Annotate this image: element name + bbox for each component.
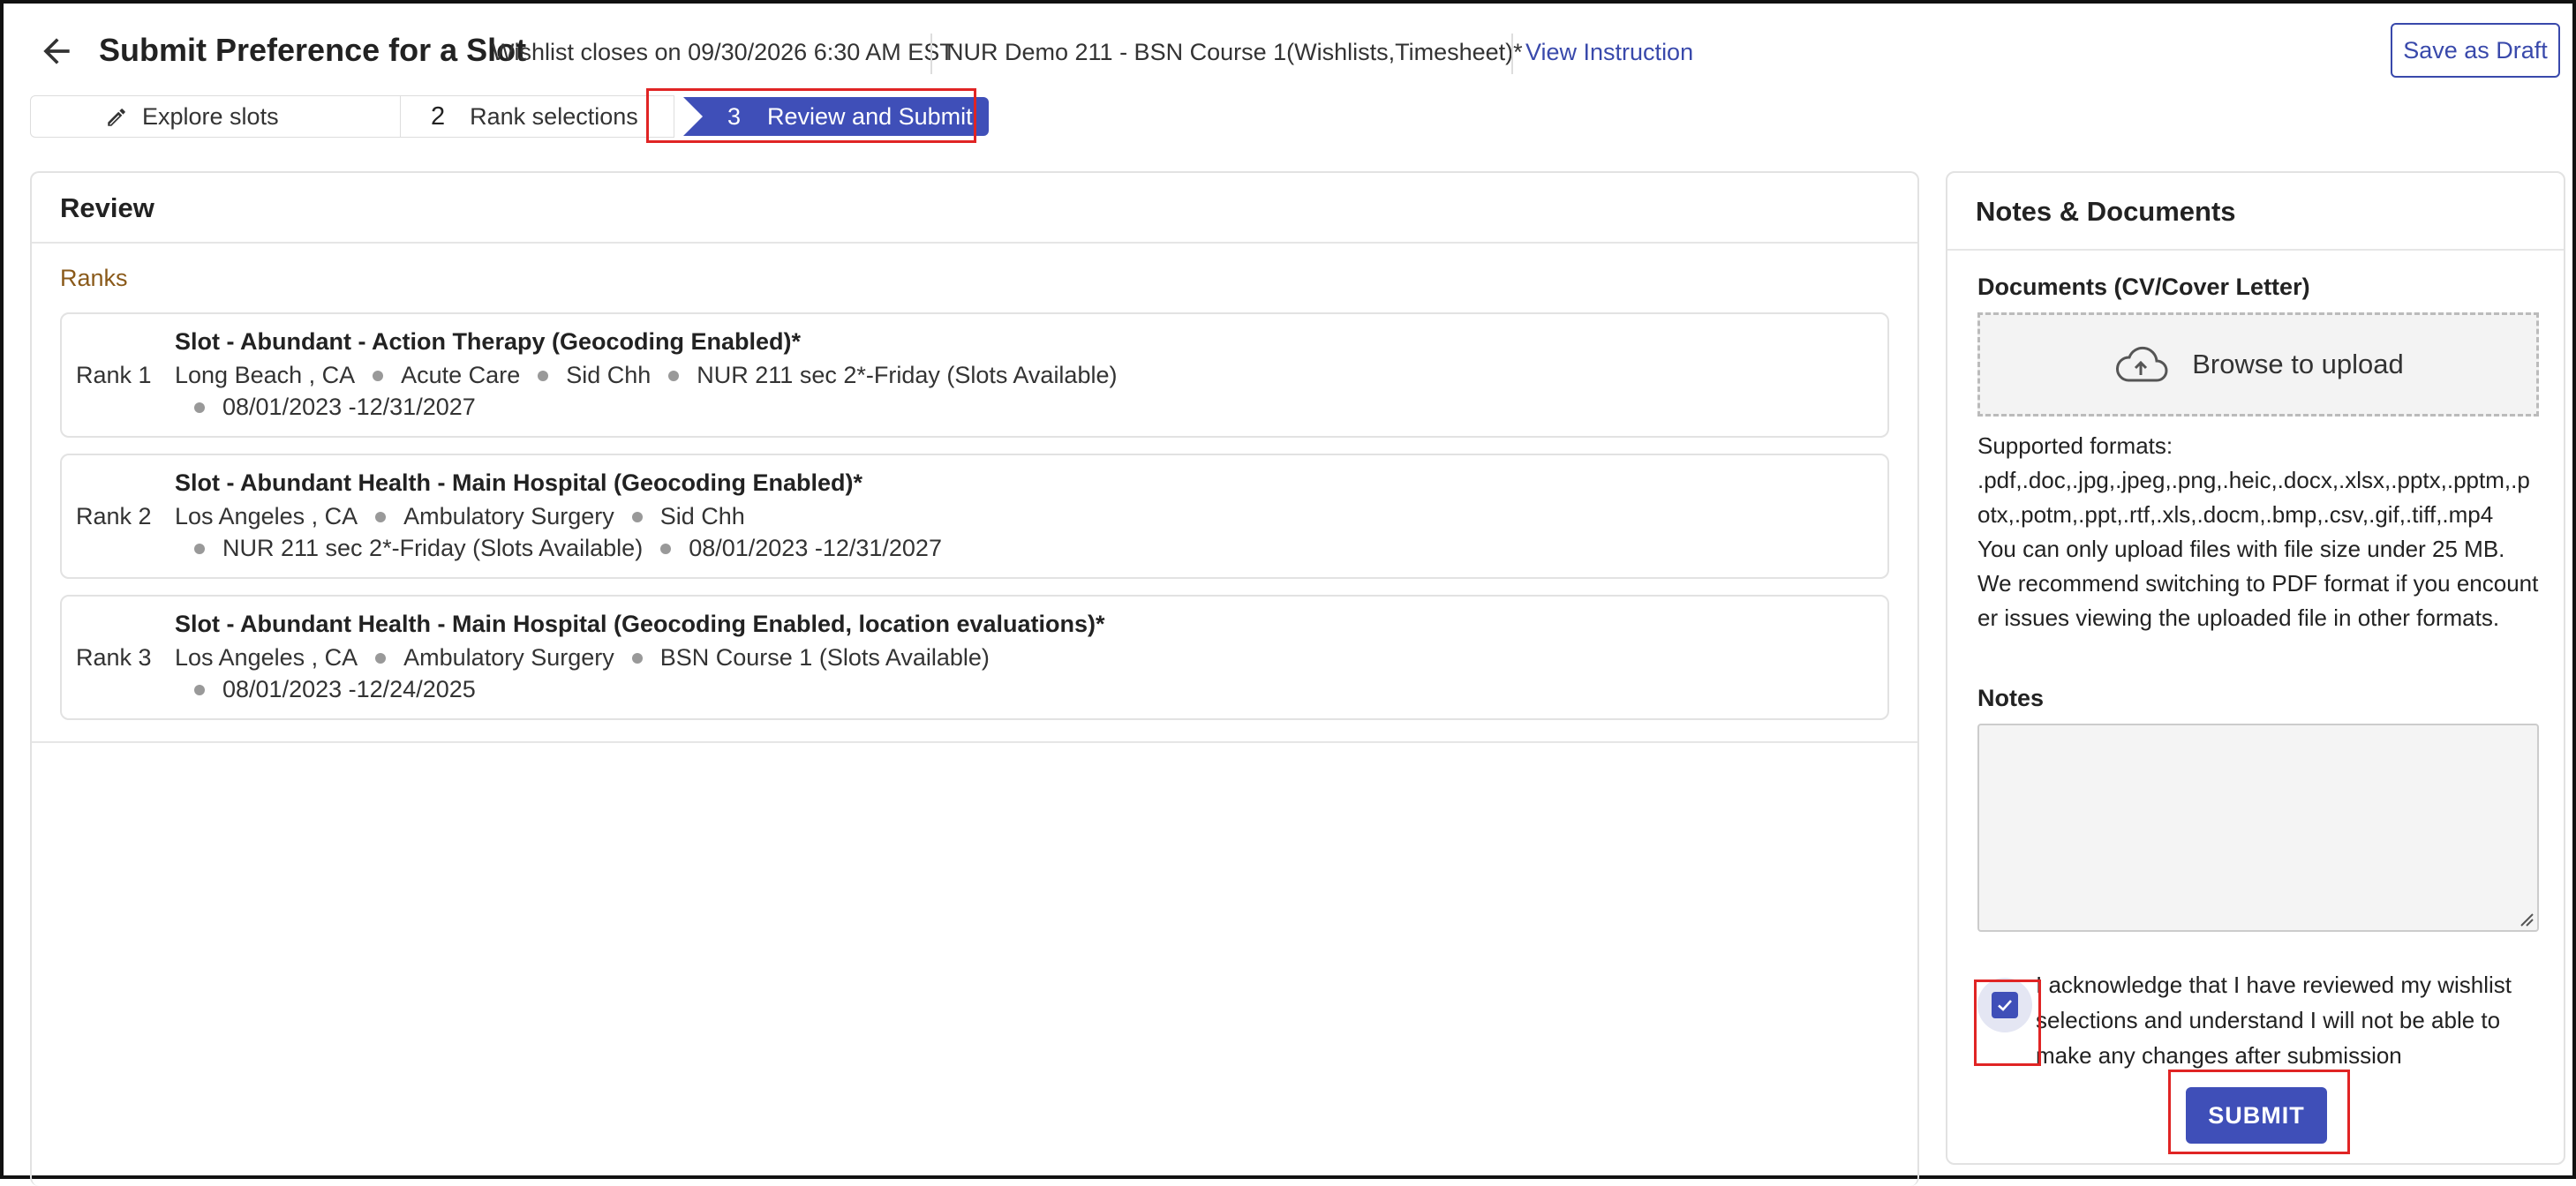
step-label: Explore slots <box>142 102 279 130</box>
resize-grip-icon[interactable] <box>2518 911 2534 927</box>
file-size-note: You can only upload files with file size… <box>1977 536 2505 562</box>
step-label: Rank selections <box>470 102 638 130</box>
pdf-recommendation-note: We recommend switching to PDF format if … <box>1977 570 2539 631</box>
notes-textarea[interactable] <box>1977 724 2539 932</box>
divider <box>32 741 1917 743</box>
header-divider <box>930 34 932 74</box>
slot-department: Ambulatory Surgery <box>403 503 614 529</box>
dot-separator <box>631 511 643 522</box>
review-panel: Review Ranks Rank 1 Slot - Abundant - Ac… <box>30 171 1919 1186</box>
slot-department: Acute Care <box>401 362 521 388</box>
slot-preceptor: Sid Chh <box>566 362 652 388</box>
step-explore-slots[interactable]: Explore slots <box>30 95 401 138</box>
upload-dropzone[interactable]: Browse to upload <box>1977 312 2539 417</box>
course-name: NUR Demo 211 - BSN Course 1(Wishlists,Ti… <box>946 39 1523 65</box>
slot-dates: 08/01/2023 -12/31/2027 <box>689 535 942 561</box>
review-title: Review <box>60 192 154 223</box>
slot-dates: 08/01/2023 -12/24/2025 <box>222 676 476 702</box>
step-review-and-submit[interactable]: 3 Review and Submit <box>683 97 989 136</box>
submit-button[interactable]: SUBMIT <box>2186 1087 2327 1144</box>
slot-title: Slot - Abundant - Action Therapy (Geocod… <box>175 328 801 355</box>
dot-separator <box>194 402 205 413</box>
slot-details: Los Angeles , CA Ambulatory Surgery BSN … <box>175 644 990 672</box>
rank-card: Rank 3 Slot - Abundant Health - Main Hos… <box>60 595 1889 720</box>
dot-separator <box>373 370 384 381</box>
rank-card: Rank 1 Slot - Abundant - Action Therapy … <box>60 312 1889 438</box>
notes-documents-title: Notes & Documents <box>1976 196 2236 227</box>
notes-documents-panel: Notes & Documents Documents (CV/Cover Le… <box>1946 171 2565 1165</box>
slot-title: Slot - Abundant Health - Main Hospital (… <box>175 469 862 496</box>
rank-number: Rank 3 <box>76 644 152 671</box>
notes-label: Notes <box>1977 685 2045 711</box>
slot-preceptor: Sid Chh <box>659 503 745 529</box>
cloud-upload-icon <box>2116 346 2168 382</box>
slot-details: 08/01/2023 -12/31/2027 <box>194 394 476 421</box>
slot-location: Los Angeles , CA <box>175 503 358 529</box>
divider <box>32 242 1917 244</box>
dot-separator <box>660 543 672 554</box>
step-number: 2 <box>431 101 446 131</box>
slot-department: Ambulatory Surgery <box>403 644 614 671</box>
dot-separator <box>631 652 643 664</box>
page-title: Submit Preference for a Slot <box>99 32 527 68</box>
pencil-icon <box>108 109 125 126</box>
slot-dates: 08/01/2023 -12/31/2027 <box>222 394 476 420</box>
step-number: 3 <box>727 102 742 130</box>
divider <box>1947 249 2564 251</box>
rank-number: Rank 2 <box>76 503 152 529</box>
dot-separator <box>194 543 205 554</box>
slot-details: NUR 211 sec 2*-Friday (Slots Available) … <box>194 535 942 562</box>
slot-course: NUR 211 sec 2*-Friday (Slots Available) <box>697 362 1118 388</box>
page-header: Submit Preference for a Slot Wishlist cl… <box>28 23 2560 85</box>
dot-separator <box>194 684 205 695</box>
slot-location: Long Beach , CA <box>175 362 356 388</box>
acknowledge-checkbox[interactable] <box>1977 978 2032 1032</box>
browse-to-upload-label: Browse to upload <box>2192 349 2404 379</box>
ranks-label: Ranks <box>60 265 128 291</box>
slot-details: Long Beach , CA Acute Care Sid Chh NUR 2… <box>175 362 1117 389</box>
slot-details: 08/01/2023 -12/24/2025 <box>194 676 476 703</box>
app-window: Submit Preference for a Slot Wishlist cl… <box>0 0 2576 1186</box>
checkbox-checked <box>1992 992 2018 1018</box>
dot-separator <box>668 370 680 381</box>
supported-formats-list: .pdf,.doc,.jpg,.jpeg,.png,.heic,.docx,.x… <box>1977 467 2530 528</box>
slot-location: Los Angeles , CA <box>175 644 358 671</box>
slot-course: BSN Course 1 (Slots Available) <box>659 644 990 671</box>
rank-card: Rank 2 Slot - Abundant Health - Main Hos… <box>60 454 1889 579</box>
file-format-info: Supported formats: .pdf,.doc,.jpg,.jpeg,… <box>1977 429 2542 635</box>
stepper: Explore slots 2 Rank selections 3 Review… <box>30 95 989 138</box>
wishlist-close-date: Wishlist closes on 09/30/2026 6:30 AM ES… <box>492 39 954 65</box>
save-as-draft-button[interactable]: Save as Draft <box>2391 23 2560 78</box>
check-icon <box>1998 1000 2012 1011</box>
dot-separator <box>375 652 387 664</box>
slot-details: Los Angeles , CA Ambulatory Surgery Sid … <box>175 503 745 530</box>
documents-label: Documents (CV/Cover Letter) <box>1977 274 2310 300</box>
supported-formats-label: Supported formats: <box>1977 432 2173 459</box>
step-rank-selections[interactable]: 2 Rank selections <box>401 95 674 138</box>
dot-separator <box>538 370 549 381</box>
slot-course: NUR 211 sec 2*-Friday (Slots Available) <box>222 535 644 561</box>
slot-title: Slot - Abundant Health - Main Hospital (… <box>175 611 1105 637</box>
acknowledge-text: I acknowledge that I have reviewed my wi… <box>2036 972 2512 1069</box>
rank-number: Rank 1 <box>76 362 152 388</box>
step-label: Review and Submit <box>767 102 973 130</box>
view-instruction-link[interactable]: View Instruction <box>1525 39 1693 66</box>
dot-separator <box>375 511 387 522</box>
header-divider <box>1511 34 1513 74</box>
back-arrow-icon[interactable] <box>37 32 76 71</box>
step-arrow-notch <box>683 97 703 136</box>
